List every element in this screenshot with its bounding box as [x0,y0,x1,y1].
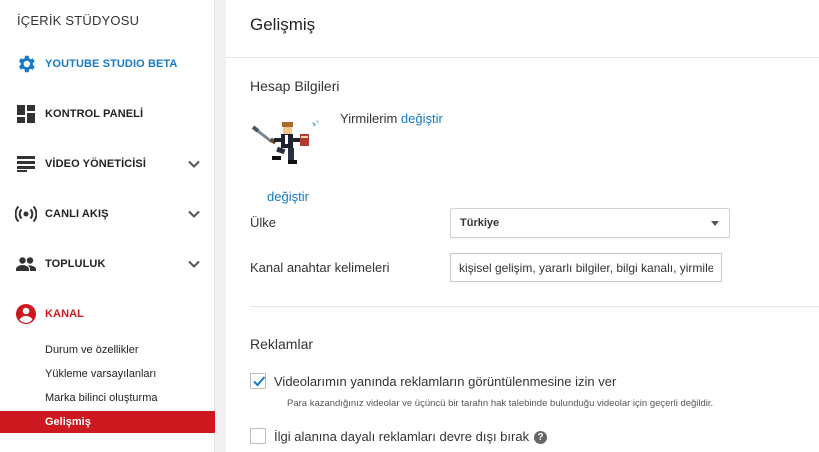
subitem-marka-bilinci[interactable]: Marka bilinci oluşturma [0,387,215,409]
country-select[interactable]: Türkiye [450,208,730,238]
channel-avatar[interactable] [250,116,332,178]
subitem-label: Durum ve özellikler [45,344,139,356]
allow-ads-checkbox[interactable] [250,373,266,389]
section-title-ads: Reklamlar [250,336,314,352]
change-avatar-link[interactable]: değiştir [267,189,309,204]
nav-label: TOPLULUK [45,258,106,270]
nav-kanal[interactable]: KANAL [0,291,215,337]
nav-video-yoneticisi[interactable]: VİDEO YÖNETİCİSİ [0,141,215,187]
interest-ads-checkbox[interactable] [250,428,266,444]
allow-ads-label: Videolarımın yanında reklamların görüntü… [274,374,617,389]
chevron-down-icon[interactable] [187,207,201,221]
live-stream-icon [15,203,37,225]
nav-label: VİDEO YÖNETİCİSİ [45,158,147,170]
interest-ads-row: İlgi alanına dayalı reklamları devre dış… [274,429,548,444]
studio-title: İÇERİK STÜDYOSU [17,13,140,28]
dashboard-icon [15,103,37,125]
nav-label: KANAL [45,308,84,320]
channel-name: Yirmilerim [340,111,398,126]
section-title-account: Hesap Bilgileri [250,78,340,94]
main-panel: Gelişmiş Hesap Bilgileri değiştir Yirmil… [226,0,819,452]
subitem-label: Yükleme varsayılanları [45,368,157,380]
dropdown-arrow-icon [711,221,719,226]
chevron-down-icon[interactable] [187,257,201,271]
keywords-input[interactable] [450,253,722,282]
nav-topluluk[interactable]: TOPLULUK [0,241,215,287]
nav-youtube-studio-beta[interactable]: YOUTUBE STUDIO BETA [0,41,215,87]
country-label: Ülke [250,215,277,230]
checkmark-icon [253,376,266,387]
help-icon[interactable]: ? [534,431,548,444]
community-icon [15,253,37,275]
keywords-label: Kanal anahtar kelimeleri [250,260,390,275]
sidebar: İÇERİK STÜDYOSU YOUTUBE STUDIO BETA KONT… [0,0,215,452]
subitem-label: Gelişmiş [45,416,91,428]
chevron-down-icon[interactable] [187,157,201,171]
nav-label: YOUTUBE STUDIO BETA [45,58,178,70]
subitem-yukleme-varsayilanlari[interactable]: Yükleme varsayılanları [0,363,215,385]
video-manager-icon [15,153,37,175]
subitem-durum-ve-ozellikler[interactable]: Durum ve özellikler [0,339,215,361]
nav-canli-akis[interactable]: CANLI AKIŞ [0,191,215,237]
subitem-gelismis[interactable]: Gelişmiş [0,411,215,433]
interest-ads-label: İlgi alanına dayalı reklamları devre dış… [274,429,530,444]
gear-icon [15,53,37,75]
channel-icon [15,303,37,325]
allow-ads-note: Para kazandığınız videolar ve üçüncü bir… [287,398,714,409]
page-title: Gelişmiş [250,15,316,34]
nav-kontrol-paneli[interactable]: KONTROL PANELİ [0,91,215,137]
section-divider [250,306,819,307]
nav-label: KONTROL PANELİ [45,108,144,120]
page-header: Gelişmiş [226,0,819,58]
country-value: Türkiye [460,217,500,229]
nav-label: CANLI AKIŞ [45,208,109,220]
subitem-label: Marka bilinci oluşturma [45,392,158,404]
channel-name-row: Yirmilerim değiştir [340,111,443,126]
change-name-link[interactable]: değiştir [401,111,443,126]
